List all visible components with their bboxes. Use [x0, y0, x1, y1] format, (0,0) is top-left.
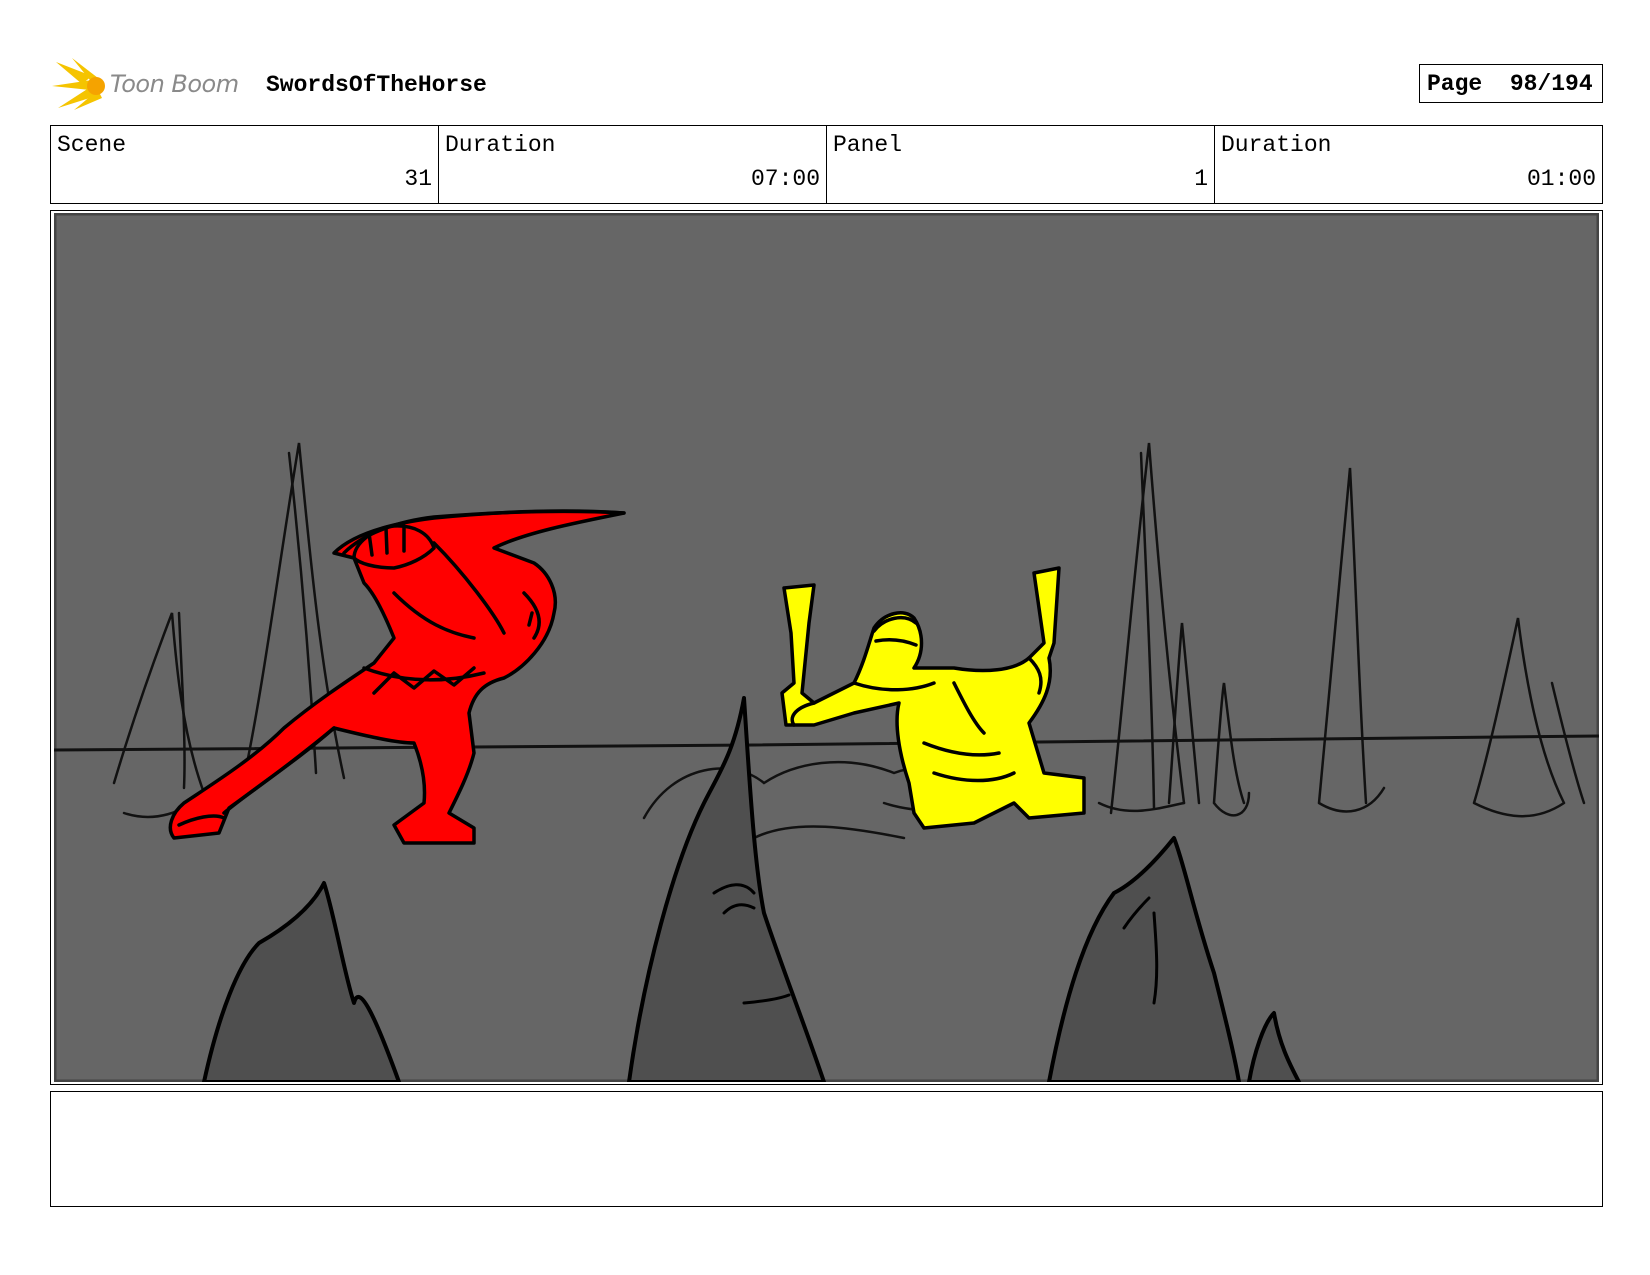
project-title: SwordsOfTheHorse	[266, 72, 487, 98]
scene-cell: Scene 31	[51, 126, 439, 203]
scene-duration-cell: Duration 07:00	[439, 126, 827, 203]
panel-cell: Panel 1	[827, 126, 1215, 203]
storyboard-panel-image	[54, 213, 1599, 1082]
scene-info-row: Scene 31 Duration 07:00 Panel 1 Duration…	[50, 125, 1603, 204]
panel-duration-cell: Duration 01:00	[1215, 126, 1602, 203]
scene-duration-label: Duration	[445, 132, 556, 158]
page-label: Page	[1427, 70, 1483, 97]
panel-duration-label: Duration	[1221, 132, 1332, 158]
scene-label: Scene	[57, 132, 127, 158]
scene-duration-value: 07:00	[750, 166, 820, 192]
panel-value: 1	[1194, 166, 1208, 192]
scene-value: 31	[404, 166, 432, 192]
panel-notes-text	[51, 1092, 1602, 1108]
panel-label: Panel	[833, 132, 903, 158]
page-value: 98/194	[1509, 70, 1593, 97]
panel-notes-box	[50, 1091, 1603, 1207]
panel-duration-value: 01:00	[1526, 166, 1596, 192]
page-indicator: Page 98/194	[1419, 64, 1603, 103]
logo-text: Toon Boom	[110, 70, 239, 98]
